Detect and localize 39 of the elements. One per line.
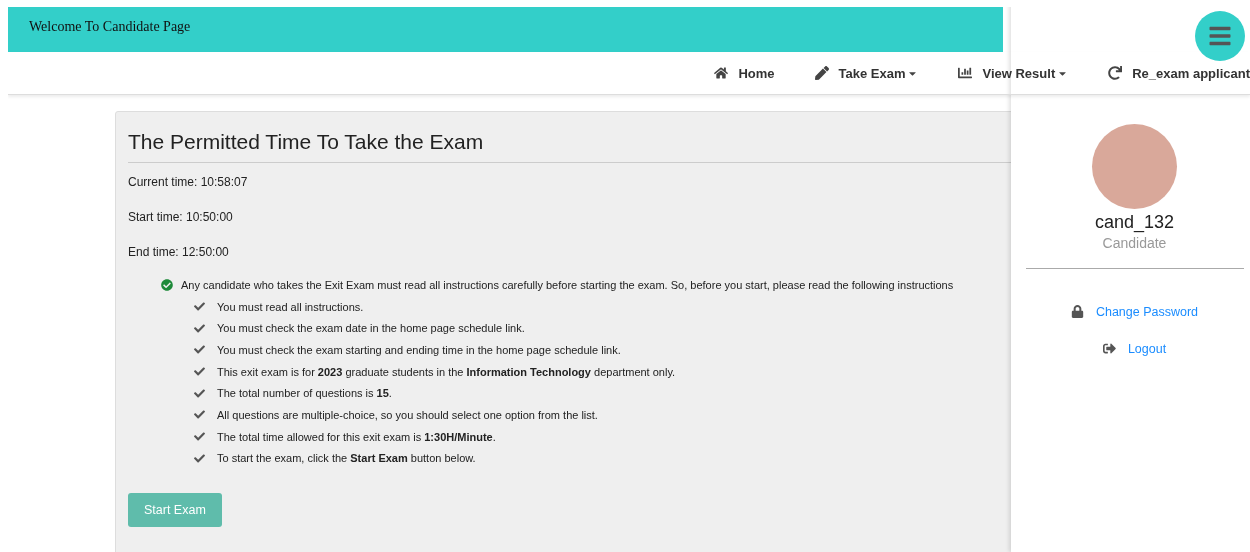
time-text: Current time: 10:58:07 (128, 175, 249, 189)
instruction-text: You must check the exam starting and ending time in the home page schedule link. (217, 343, 621, 356)
instruction-text: To start the exam, click the Start Exam button below. (217, 452, 476, 465)
header-title: Welcome To Candidate Page (29, 19, 191, 34)
refresh-icon (1108, 66, 1123, 80)
instruction-text: The total number of questions is 15. (217, 387, 392, 400)
time-text: End time: 12:50:00 (128, 245, 230, 259)
pencil-icon (814, 66, 829, 80)
nav-link[interactable]: View Result (958, 65, 1069, 81)
check-icon (194, 301, 205, 313)
nav-link[interactable]: Re_exam applicant (1108, 65, 1250, 81)
nav-label: Re_exam applicant (1132, 65, 1250, 81)
intro-text: Any candidate who takes the Exit Exam must read all instructions carefully before starting the exam. So, before you start, please read the following instructions (181, 278, 954, 291)
instruction-text: You must read all instructions. (217, 300, 364, 313)
instruction-text: The total time allowed for this exit exam is 1:30H/Minute. (217, 430, 496, 443)
nav-link[interactable]: Take Exam (814, 65, 919, 81)
check-icon (194, 322, 205, 334)
check-icon (194, 431, 205, 443)
nav-label: Take Exam (838, 65, 906, 81)
check-icon (194, 452, 205, 464)
username: cand_132 (1094, 212, 1175, 233)
user-role: Candidate (1102, 235, 1167, 251)
profile-link[interactable]: Logout (1127, 341, 1167, 356)
check-icon (194, 409, 205, 421)
home-icon (714, 66, 729, 80)
menu-icon (1208, 24, 1232, 48)
check-icon (194, 344, 205, 356)
instruction-text: You must check the exam date in the home page schedule link. (217, 322, 525, 335)
nav-link[interactable]: Home (714, 65, 775, 81)
check-icon (194, 387, 205, 399)
bar-chart-icon (958, 66, 973, 80)
check-icon (194, 366, 205, 378)
lock-icon (1070, 305, 1084, 318)
instruction-text: This exit exam is for 2023 graduate students in the Information Technology department only. (217, 365, 676, 378)
nav-label: View Result (982, 65, 1056, 81)
logout-icon (1102, 342, 1116, 355)
instruction-text: All questions are multiple-choice, so you should select one option from the list. (217, 408, 598, 421)
nav-label: Home (738, 65, 775, 81)
time-text: Start time: 10:50:00 (128, 210, 234, 224)
